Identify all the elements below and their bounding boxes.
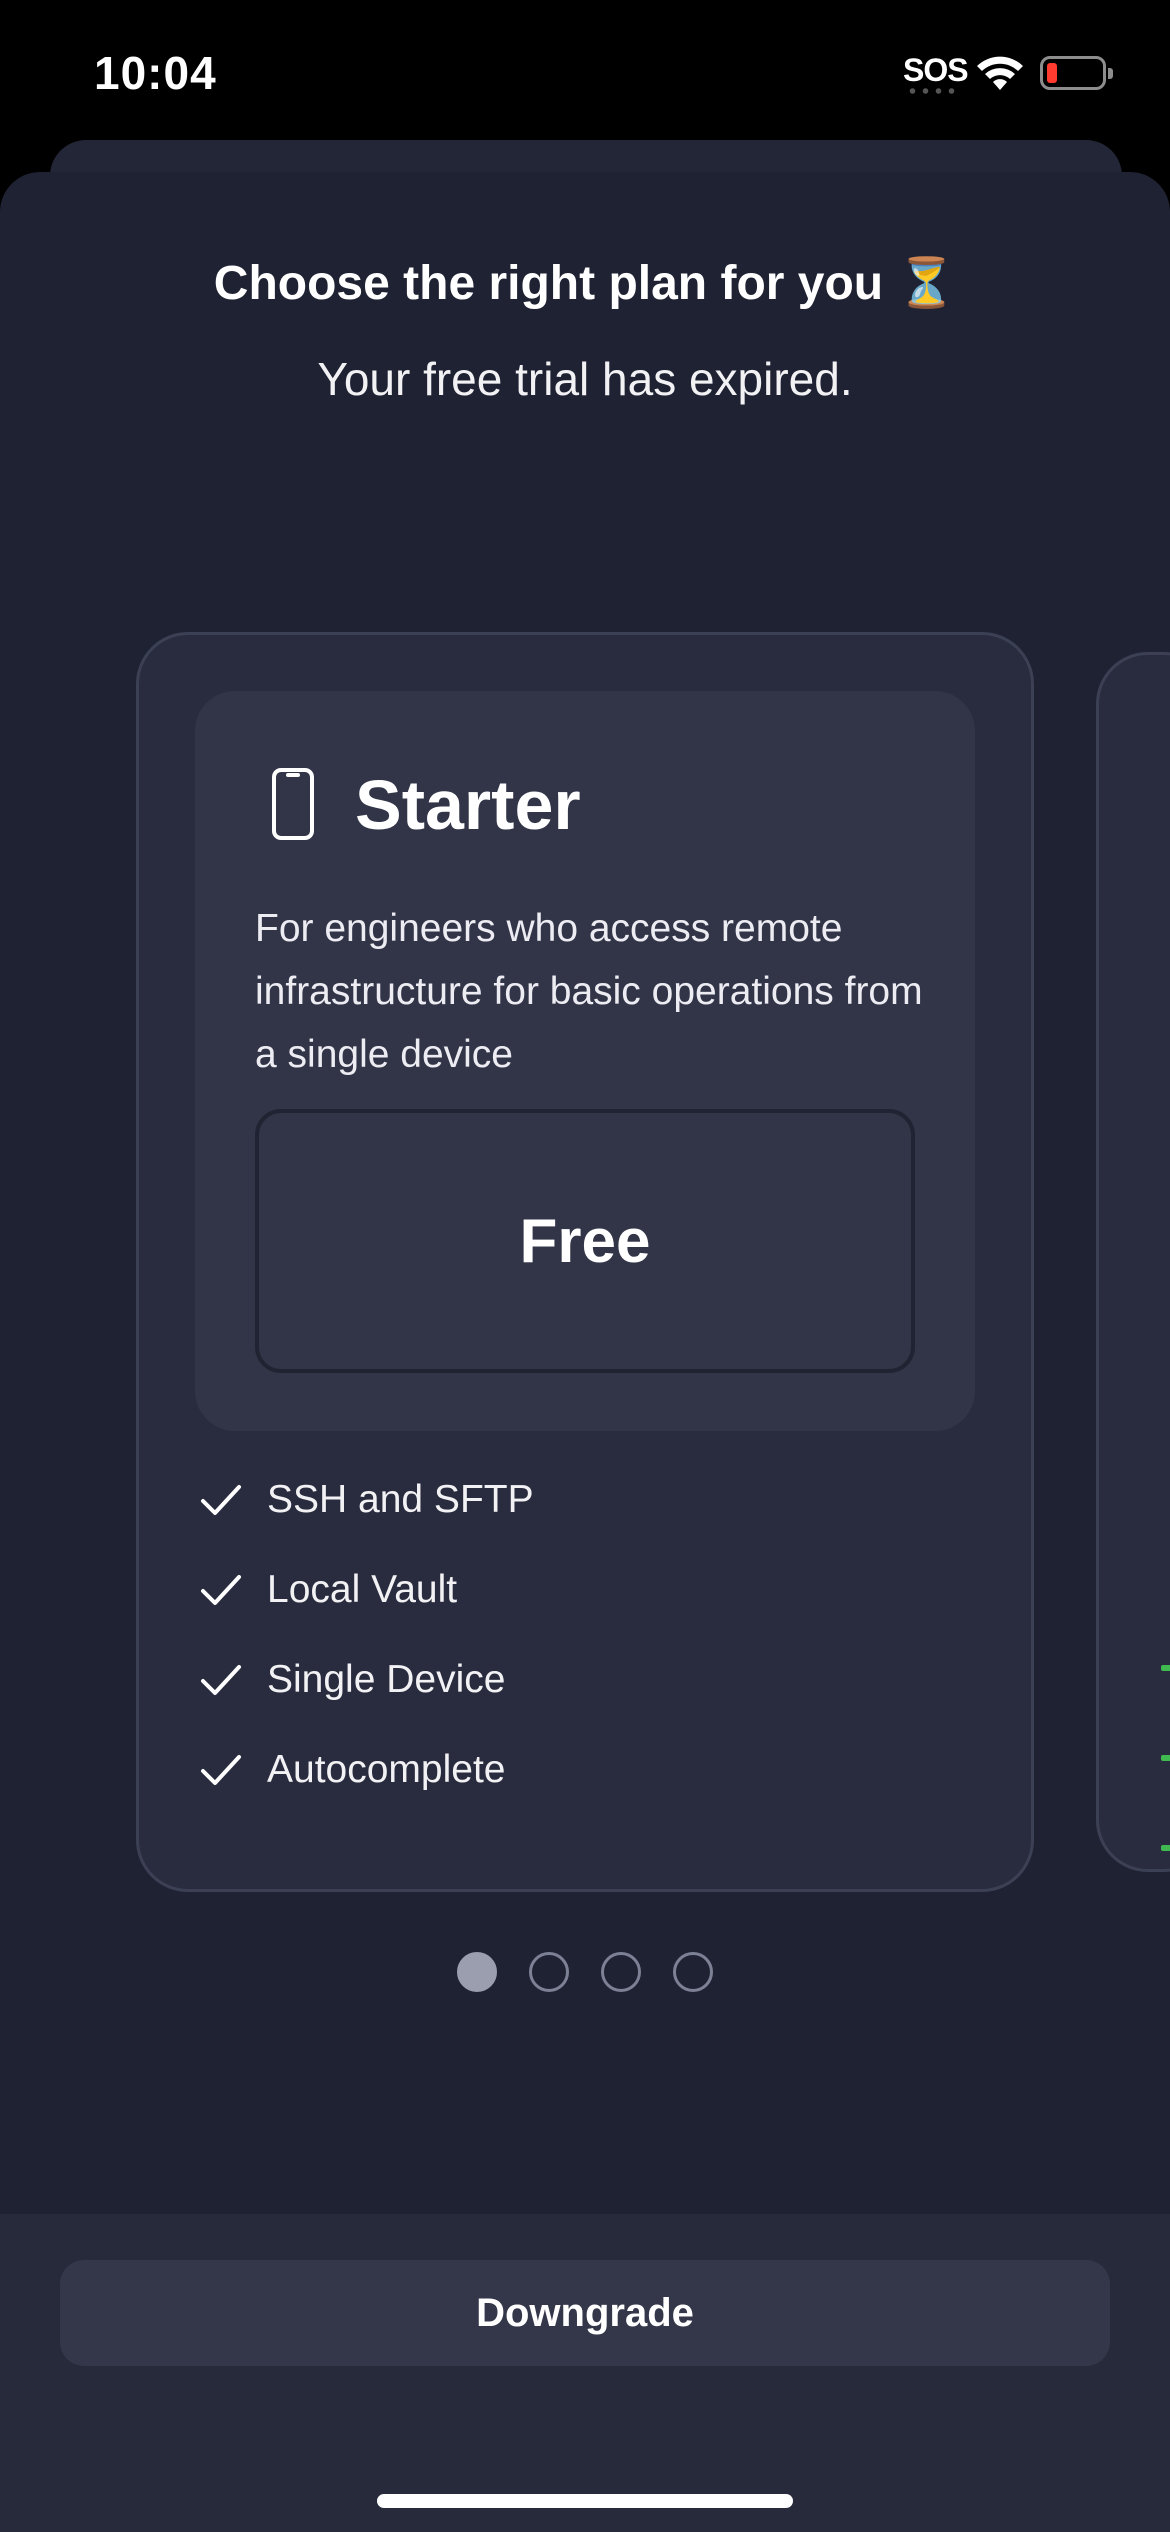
check-icon [1161, 1845, 1170, 1851]
check-icon [201, 1665, 241, 1695]
feature-item: Single Device [199, 1635, 534, 1725]
feature-item: SSH and SFTP [199, 1455, 534, 1545]
feature-item: Autocomplete [199, 1725, 534, 1815]
feature-label: Single Device [267, 1658, 506, 1701]
plan-sheet: Choose the right plan for you ⏳ Your fre… [0, 172, 1170, 2532]
page-indicator[interactable] [0, 1952, 1170, 1992]
phone-icon [272, 768, 314, 840]
feature-label: Local Vault [267, 1568, 458, 1611]
check-icon [1161, 1755, 1170, 1761]
home-indicator[interactable] [377, 2494, 793, 2508]
page-dot-active[interactable] [457, 1952, 497, 1992]
trial-expired-message: Your free trial has expired. [317, 353, 853, 405]
cellular-dots-icon [906, 88, 958, 94]
feature-label: SSH and SFTP [267, 1478, 534, 1521]
plan-description: For engineers who access remote infrastr… [255, 907, 923, 1076]
page-title: Choose the right plan for you ⏳ [213, 257, 957, 310]
plan-card-header: Starter For engineers who access remote … [195, 691, 975, 1431]
next-plan-card-peek[interactable] [1096, 652, 1170, 1872]
page-dot[interactable] [529, 1952, 569, 1992]
downgrade-button[interactable]: Downgrade [60, 2260, 1110, 2366]
plan-price: Free [519, 1206, 651, 1276]
check-icon [201, 1575, 241, 1605]
feature-item: Local Vault [199, 1545, 534, 1635]
battery-low-icon [1040, 56, 1113, 90]
status-time: 10:04 [94, 47, 217, 99]
feature-label: Autocomplete [267, 1748, 506, 1791]
check-icon [201, 1485, 241, 1515]
status-bar: 10:04 SOS [0, 0, 1170, 150]
bottom-action-bar: Downgrade [0, 2214, 1170, 2532]
sos-indicator: SOS [903, 52, 969, 88]
feature-list: SSH and SFTP Local Vault Single Device A… [199, 1455, 534, 1815]
page-dot[interactable] [601, 1952, 641, 1992]
wifi-icon [977, 56, 1023, 90]
price-box: Free [255, 1109, 915, 1373]
plan-card-starter[interactable]: Starter For engineers who access remote … [136, 632, 1034, 1892]
plan-name: Starter [355, 766, 581, 844]
page-dot[interactable] [673, 1952, 713, 1992]
check-icon [201, 1755, 241, 1785]
check-icon [1161, 1665, 1170, 1671]
